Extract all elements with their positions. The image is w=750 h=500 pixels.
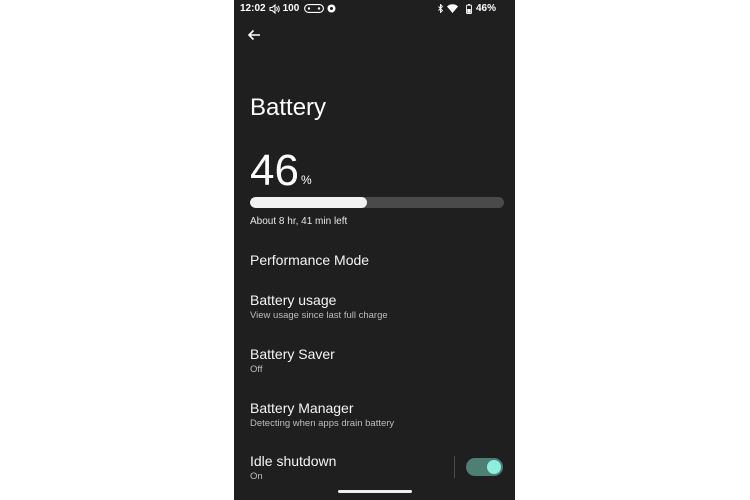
volume-icon xyxy=(269,3,280,14)
toggle-thumb xyxy=(487,460,501,474)
setting-subtitle: Detecting when apps drain battery xyxy=(250,418,395,429)
game-mode-icon xyxy=(304,4,325,13)
battery-level: 46 xyxy=(250,146,299,195)
status-left: 12:02 100 xyxy=(240,3,336,14)
settings-gear-icon xyxy=(327,4,336,13)
status-time: 12:02 xyxy=(240,3,266,14)
arrow-left-icon xyxy=(247,29,260,41)
home-indicator[interactable] xyxy=(338,490,412,493)
setting-title: Battery Manager xyxy=(250,400,354,416)
bluetooth-icon xyxy=(438,4,443,13)
idle-shutdown-toggle[interactable] xyxy=(466,458,503,476)
battery-icon xyxy=(466,3,472,14)
setting-subtitle: View usage since last full charge xyxy=(250,310,388,321)
setting-title: Performance Mode xyxy=(250,252,370,268)
volume-level: 100 xyxy=(282,3,300,14)
toggle-divider xyxy=(454,456,455,478)
setting-battery-usage[interactable]: Battery usage View usage since last full… xyxy=(250,292,504,321)
battery-percent: 46% xyxy=(475,3,496,14)
status-bar: 12:02 100 46% xyxy=(234,0,515,18)
setting-battery-saver[interactable]: Battery Saver Off xyxy=(250,346,504,375)
setting-title: Battery Saver xyxy=(250,346,335,362)
wifi-icon xyxy=(446,4,458,13)
battery-level-bar xyxy=(250,197,504,208)
setting-performance-mode[interactable]: Performance Mode xyxy=(250,252,504,269)
setting-subtitle: On xyxy=(250,471,263,482)
battery-level-bar-fill xyxy=(250,197,367,208)
setting-title: Idle shutdown xyxy=(250,453,337,469)
status-right: 46% xyxy=(438,3,496,14)
setting-idle-shutdown[interactable]: Idle shutdown On xyxy=(250,453,440,482)
battery-time-left: About 8 hr, 41 min left xyxy=(250,216,348,227)
setting-title: Battery usage xyxy=(250,292,337,308)
setting-battery-manager[interactable]: Battery Manager Detecting when apps drai… xyxy=(250,400,504,429)
setting-subtitle: Off xyxy=(250,364,263,375)
page-title: Battery xyxy=(250,94,327,121)
battery-level-unit: % xyxy=(301,173,312,187)
back-button[interactable] xyxy=(246,27,262,43)
phone-screen: 12:02 100 46% Battery 46 % About 8 hr, 4… xyxy=(234,0,515,500)
